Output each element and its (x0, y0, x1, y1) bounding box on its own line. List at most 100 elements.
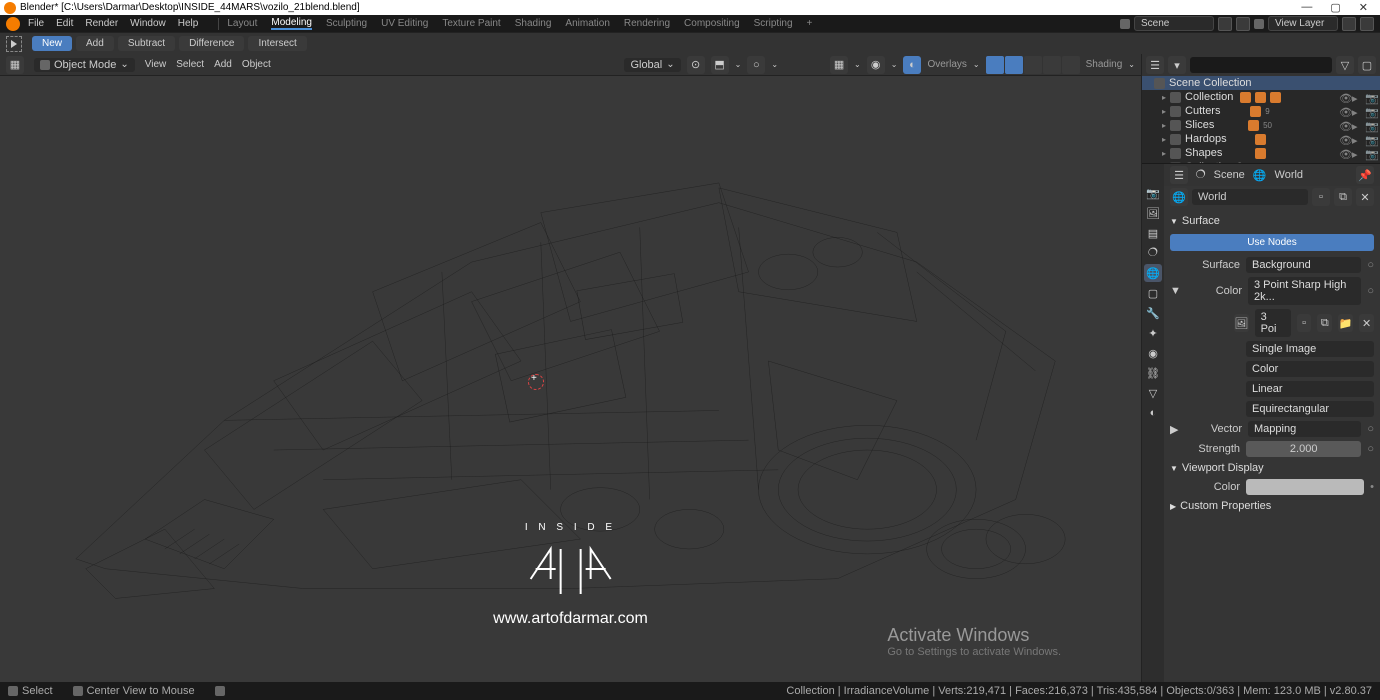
custom-props-title[interactable]: ▶Custom Properties (1170, 497, 1374, 515)
wireframe-icon[interactable] (1005, 56, 1023, 74)
surface-value[interactable]: Background (1246, 257, 1361, 273)
rendered-icon[interactable] (1062, 56, 1080, 74)
color-space[interactable]: Color (1246, 361, 1374, 377)
tab-rendering[interactable]: Rendering (624, 18, 670, 29)
img-b2-icon[interactable]: ⧉ (1317, 314, 1332, 332)
editor-type-icon[interactable]: ▦ (6, 56, 24, 74)
tab-data-icon[interactable]: ▽ (1144, 384, 1162, 402)
vp-menu-add[interactable]: Add (214, 59, 232, 70)
viewlayer-btn2[interactable] (1360, 17, 1374, 31)
image-browse-icon[interactable]: 🖼 (1234, 314, 1249, 332)
tab-viewlayer-icon[interactable]: ▤ (1144, 224, 1162, 242)
tab-physics-icon[interactable]: ◉ (1144, 344, 1162, 362)
outliner-item[interactable]: ▸Cutters9👁▸📷 (1142, 104, 1380, 118)
filter-icon[interactable]: ▽ (1336, 56, 1354, 74)
tab-particle-icon[interactable]: ✦ (1144, 324, 1162, 342)
pin-icon[interactable]: 📌 (1356, 166, 1374, 184)
maximize-button[interactable]: ▢ (1330, 1, 1340, 14)
vp-color-swatch[interactable] (1246, 479, 1364, 495)
tab-object-icon[interactable]: ▢ (1144, 284, 1162, 302)
menu-render[interactable]: Render (85, 18, 118, 29)
vp-menu-select[interactable]: Select (176, 59, 204, 70)
tab-modeling[interactable]: Modeling (271, 17, 312, 30)
new-collection-icon[interactable]: ▢ (1358, 56, 1376, 74)
solid-icon[interactable] (1024, 56, 1042, 74)
overlay-toggle-icon[interactable]: ◉ (867, 56, 885, 74)
tool-new[interactable]: New (32, 36, 72, 51)
overlays-btn[interactable]: ◐ (903, 56, 921, 74)
interpolation[interactable]: Linear (1246, 381, 1374, 397)
outliner-item[interactable]: ▸Shapes👁▸📷 (1142, 146, 1380, 160)
viewlayer-btn1[interactable] (1342, 17, 1356, 31)
close-button[interactable]: ✕ (1359, 1, 1368, 14)
image-type[interactable]: Single Image (1246, 341, 1374, 357)
tab-texpaint[interactable]: Texture Paint (442, 18, 500, 29)
pivot-icon[interactable]: ⊙ (687, 56, 705, 74)
world-browse-icon[interactable]: 🌐 (1170, 188, 1188, 206)
tab-sculpting[interactable]: Sculpting (326, 18, 367, 29)
outliner-item[interactable]: ▸Slices50👁▸📷 (1142, 118, 1380, 132)
props-world-label[interactable]: World (1275, 169, 1304, 181)
vector-dot-icon[interactable]: ○ (1367, 423, 1374, 435)
3d-viewport[interactable]: ▦ Object Mode ⌄ View Select Add Object G… (0, 54, 1142, 688)
outliner-type-icon[interactable]: ☰ (1146, 56, 1164, 74)
snap-icon[interactable]: ⬒ (711, 56, 729, 74)
outliner-scene-collection[interactable]: Scene Collection (1142, 76, 1380, 90)
outliner-item[interactable]: ▸Collection👁▸📷 (1142, 90, 1380, 104)
gizmo-icon[interactable]: ▦ (830, 56, 848, 74)
vpcolor-dot-icon[interactable]: • (1370, 481, 1374, 493)
img-b1-icon[interactable]: ▫ (1297, 314, 1312, 332)
color-value[interactable]: 3 Point Sharp High 2k... (1248, 277, 1361, 305)
tab-render-icon[interactable]: 📷 (1144, 184, 1162, 202)
image-name[interactable]: 3 Poi (1255, 309, 1291, 337)
tab-world-icon[interactable]: 🌐 (1144, 264, 1162, 282)
tab-constraint-icon[interactable]: ⛓ (1144, 364, 1162, 382)
display-mode-icon[interactable]: ▾ (1168, 56, 1186, 74)
scene-btn1[interactable] (1218, 17, 1232, 31)
proportional-icon[interactable]: ○ (747, 56, 765, 74)
viewlayer-field[interactable]: View Layer (1268, 16, 1338, 31)
play-icon[interactable] (6, 36, 22, 52)
props-scene-label[interactable]: Scene (1214, 169, 1245, 181)
surface-dot-icon[interactable]: ○ (1367, 259, 1374, 271)
outliner-search[interactable] (1190, 57, 1332, 73)
scene-btn2[interactable] (1236, 17, 1250, 31)
world-unlink-icon[interactable]: ✕ (1356, 188, 1374, 206)
tab-scripting[interactable]: Scripting (754, 18, 793, 29)
vp-menu-view[interactable]: View (145, 59, 167, 70)
tool-add[interactable]: Add (76, 36, 114, 51)
world-name-field[interactable]: World (1192, 189, 1308, 205)
img-unlink-icon[interactable]: ✕ (1359, 314, 1374, 332)
menu-help[interactable]: Help (178, 18, 199, 29)
tab-output-icon[interactable]: 🖼 (1144, 204, 1162, 222)
vp-menu-object[interactable]: Object (242, 59, 271, 70)
tab-add[interactable]: + (807, 18, 813, 29)
minimize-button[interactable]: — (1301, 1, 1312, 14)
use-nodes-button[interactable]: Use Nodes (1170, 234, 1374, 251)
color-dot-icon[interactable]: ○ (1367, 285, 1374, 297)
xray-icon[interactable] (986, 56, 1004, 74)
vector-value[interactable]: Mapping (1248, 421, 1361, 437)
mode-dropdown[interactable]: Object Mode ⌄ (34, 58, 135, 72)
tab-animation[interactable]: Animation (565, 18, 609, 29)
tab-compositing[interactable]: Compositing (684, 18, 740, 29)
tab-uv[interactable]: UV Editing (381, 18, 428, 29)
strength-dot-icon[interactable]: ○ (1367, 443, 1374, 455)
tab-layout[interactable]: Layout (227, 18, 257, 29)
world-copy-icon[interactable]: ⧉ (1334, 188, 1352, 206)
tool-subtract[interactable]: Subtract (118, 36, 175, 51)
outliner-item[interactable]: ▸Hardops👁▸📷 (1142, 132, 1380, 146)
tab-scene-icon[interactable]: 🔿 (1144, 244, 1162, 262)
tab-material-icon[interactable]: ◐ (1144, 404, 1162, 422)
tab-shading[interactable]: Shading (515, 18, 552, 29)
matprev-icon[interactable] (1043, 56, 1061, 74)
surface-panel-title[interactable]: ▼Surface (1170, 212, 1374, 230)
menu-file[interactable]: File (28, 18, 44, 29)
tab-modifier-icon[interactable]: 🔧 (1144, 304, 1162, 322)
menu-window[interactable]: Window (130, 18, 166, 29)
props-type-icon[interactable]: ☰ (1170, 166, 1188, 184)
strength-value[interactable]: 2.000 (1246, 441, 1361, 457)
tool-difference[interactable]: Difference (179, 36, 244, 51)
projection[interactable]: Equirectangular (1246, 401, 1374, 417)
viewport-display-title[interactable]: ▼Viewport Display (1170, 459, 1374, 477)
